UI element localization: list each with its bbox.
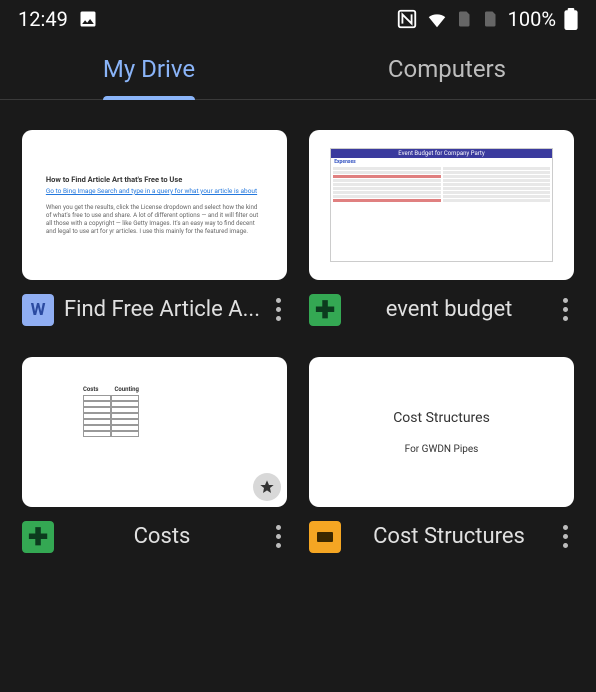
slide-title: Cost Structures xyxy=(325,410,558,426)
file-thumbnail: Event Budget for Company Party Expenses xyxy=(309,130,574,280)
starred-badge xyxy=(253,473,281,501)
doc-preview-body: When you get the results, click the Lice… xyxy=(46,203,263,235)
nfc-icon xyxy=(396,8,418,30)
doc-preview-sub: Go to Bing Image Search and type in a qu… xyxy=(46,187,263,195)
sheet-preview: Costs Counting xyxy=(83,386,226,479)
word-icon: W xyxy=(22,294,54,326)
tab-computers[interactable]: Computers xyxy=(298,38,596,99)
file-footer: Cost Structures xyxy=(309,519,574,554)
wifi-icon xyxy=(426,8,448,30)
file-card-cost-structures[interactable]: Cost Structures For GWDN Pipes Cost Stru… xyxy=(309,357,574,554)
file-grid: How to Find Article Art that's Free to U… xyxy=(0,100,596,584)
sheets-icon: ✚ xyxy=(22,521,54,553)
status-time: 12:49 xyxy=(18,7,68,31)
file-name: Costs xyxy=(60,523,264,551)
file-thumbnail: Cost Structures For GWDN Pipes xyxy=(309,357,574,507)
sheets-icon: ✚ xyxy=(309,294,341,326)
file-footer: ✚ Costs xyxy=(22,519,287,554)
slide-preview: Cost Structures For GWDN Pipes xyxy=(325,410,558,455)
slide-sub: For GWDN Pipes xyxy=(325,444,558,455)
sheet-header: Event Budget for Company Party xyxy=(331,149,552,158)
doc-preview: How to Find Article Art that's Free to U… xyxy=(46,169,263,241)
file-thumbnail: Costs Counting xyxy=(22,357,287,507)
file-thumbnail: How to Find Article Art that's Free to U… xyxy=(22,130,287,280)
file-name: event budget xyxy=(347,296,551,324)
battery-percentage: 100% xyxy=(508,7,556,31)
slides-icon xyxy=(309,521,341,553)
sim-disabled-icon xyxy=(456,9,474,29)
more-options-button[interactable] xyxy=(270,292,287,327)
file-card-find-free-article[interactable]: How to Find Article Art that's Free to U… xyxy=(22,130,287,327)
star-icon xyxy=(259,479,275,495)
tabs: My Drive Computers xyxy=(0,38,596,100)
file-card-event-budget[interactable]: Event Budget for Company Party Expenses … xyxy=(309,130,574,327)
status-left: 12:49 xyxy=(18,7,98,31)
tab-my-drive[interactable]: My Drive xyxy=(0,38,298,99)
file-footer: ✚ event budget xyxy=(309,292,574,327)
sim-disabled-icon-2 xyxy=(482,9,500,29)
file-name: Find Free Article A... xyxy=(60,296,264,324)
col-header: Counting xyxy=(114,386,138,393)
status-right: 100% xyxy=(396,7,578,31)
file-name: Cost Structures xyxy=(347,523,551,551)
more-options-button[interactable] xyxy=(270,519,287,554)
file-footer: W Find Free Article A... xyxy=(22,292,287,327)
doc-preview-title: How to Find Article Art that's Free to U… xyxy=(46,175,263,184)
more-options-button[interactable] xyxy=(557,519,574,554)
image-icon xyxy=(78,9,98,29)
sheet-sub: Expenses xyxy=(331,158,552,166)
status-bar: 12:49 100% xyxy=(0,0,596,38)
battery-icon xyxy=(564,8,578,30)
file-card-costs[interactable]: Costs Counting ✚ Costs xyxy=(22,357,287,554)
more-options-button[interactable] xyxy=(557,292,574,327)
col-header: Costs xyxy=(83,386,99,393)
sheet-preview: Event Budget for Company Party Expenses xyxy=(330,148,553,262)
